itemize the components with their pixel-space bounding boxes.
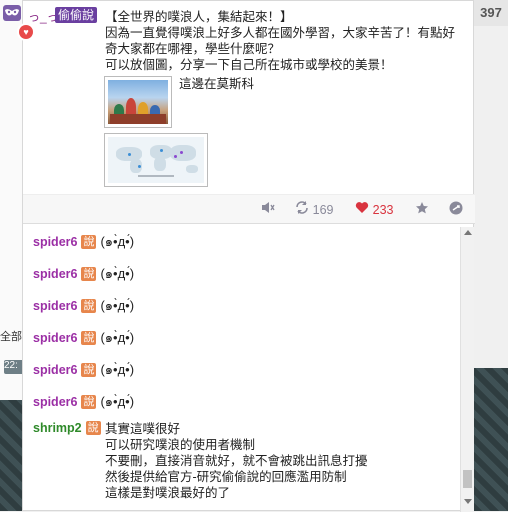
response-author[interactable]: spider6 [33, 235, 77, 249]
replurk-icon [295, 201, 313, 217]
moscow-photo-thumbnail[interactable] [104, 76, 172, 128]
share-icon[interactable] [449, 201, 463, 218]
response-item: spider6 說 (๑•̀д•́) [33, 391, 134, 412]
response-item: shrimp2 說 其實這噗很好 可以研究噗浪的使用者機制 不要刪，直接消音就好，… [33, 421, 453, 501]
response-author[interactable]: shrimp2 [33, 421, 82, 435]
heart-badge-icon: ♥ [19, 25, 33, 39]
qualifier-tag: 說 [81, 395, 97, 409]
plurk-action-bar: 169 233 [23, 194, 475, 224]
response-item: spider6 說 (๑•̀д•́) [33, 231, 134, 252]
like-count: 233 [372, 203, 394, 217]
response-author[interactable]: spider6 [33, 363, 77, 377]
response-text: 其實這噗很好 可以研究噗浪的使用者機制 不要刪，直接消音就好，就不會被跳出訊息打… [105, 421, 368, 501]
moscow-photo [108, 80, 168, 124]
qualifier-tag: 偷偷說 [55, 7, 98, 23]
plurk-header: ♥ っ_っ 偷偷說 397 [0, 0, 508, 39]
plurk-count-badge: 397 [474, 0, 508, 26]
response-text: (๑•̀д•́) [100, 298, 135, 313]
star-icon[interactable] [415, 201, 429, 218]
scroll-down-arrow-icon[interactable] [464, 499, 472, 504]
background-pattern-left [0, 400, 22, 511]
response-text: (๑•̀д•́) [100, 394, 135, 409]
response-line: 然後提供給官方-研究偷偷說的回應濫用防制 [105, 470, 347, 484]
scrollbar-thumb[interactable] [463, 470, 472, 488]
like-button[interactable]: 233 [355, 201, 393, 217]
qualifier-tag: 說 [81, 363, 97, 377]
replurk-button[interactable]: 169 [295, 201, 333, 217]
response-item: spider6 說 (๑•̀д•́) [33, 295, 134, 316]
response-item: spider6 說 (๑•̀д•́) [33, 263, 134, 284]
response-author[interactable]: spider6 [33, 395, 77, 409]
plurk-line: 因為一直覺得噗浪上好多人都在國外學習，大家辛苦了！有點好 [105, 26, 456, 40]
responses-list: spider6 說 (๑•̀д•́) spider6 說 (๑•̀д•́) spider… [23, 223, 461, 512]
response-item: spider6 說 (๑•̀д•́) [33, 327, 134, 348]
response-line: 不要刪，直接消音就好，就不會被跳出訊息打擾 [105, 454, 368, 468]
responses-scrollbar[interactable] [460, 227, 474, 512]
world-map [108, 137, 204, 183]
response-text: (๑•̀д•́) [100, 266, 135, 281]
qualifier-tag: 說 [81, 331, 97, 345]
qualifier-tag: 說 [85, 421, 101, 435]
world-map-thumbnail[interactable] [104, 133, 208, 187]
replurk-count: 169 [312, 203, 334, 217]
response-author[interactable]: spider6 [33, 331, 77, 345]
response-text: (๑•̀д•́) [100, 234, 135, 249]
heart-icon [355, 202, 373, 217]
qualifier-tag: 說 [81, 267, 97, 281]
mute-icon[interactable] [261, 201, 275, 217]
plurk-card: 【全世界的噗浪人，集結起來！】 因為一直覺得噗浪上好多人都在國外學習，大家辛苦了… [22, 0, 475, 512]
response-text: (๑•̀д•́) [100, 362, 135, 377]
response-text: (๑•̀д•́) [100, 330, 135, 345]
mask-icon[interactable] [3, 5, 21, 21]
response-line: 可以研究噗浪的使用者機制 [105, 438, 256, 452]
background-partial-time: 22: [4, 360, 24, 374]
background-pattern-right [474, 368, 508, 511]
image-caption: 這邊在莫斯科 [179, 77, 255, 91]
scroll-up-arrow-icon[interactable] [464, 230, 472, 235]
response-item: spider6 說 (๑•̀д•́) [33, 359, 134, 380]
plurk-line: 奇大家都在哪裡，學些什麼呢？ [105, 42, 281, 56]
background-partial-text: 全部消 [0, 331, 22, 342]
response-author[interactable]: spider6 [33, 267, 77, 281]
response-author[interactable]: spider6 [33, 299, 77, 313]
plurk-line: 可以放個圖，分享一下自己所在城市或學校的美景！ [105, 58, 393, 72]
response-line: 其實這噗很好 [105, 422, 181, 436]
qualifier-tag: 說 [81, 299, 97, 313]
response-line: 這樣是對噗浪最好的了 [105, 486, 231, 500]
qualifier-tag: 說 [81, 235, 97, 249]
